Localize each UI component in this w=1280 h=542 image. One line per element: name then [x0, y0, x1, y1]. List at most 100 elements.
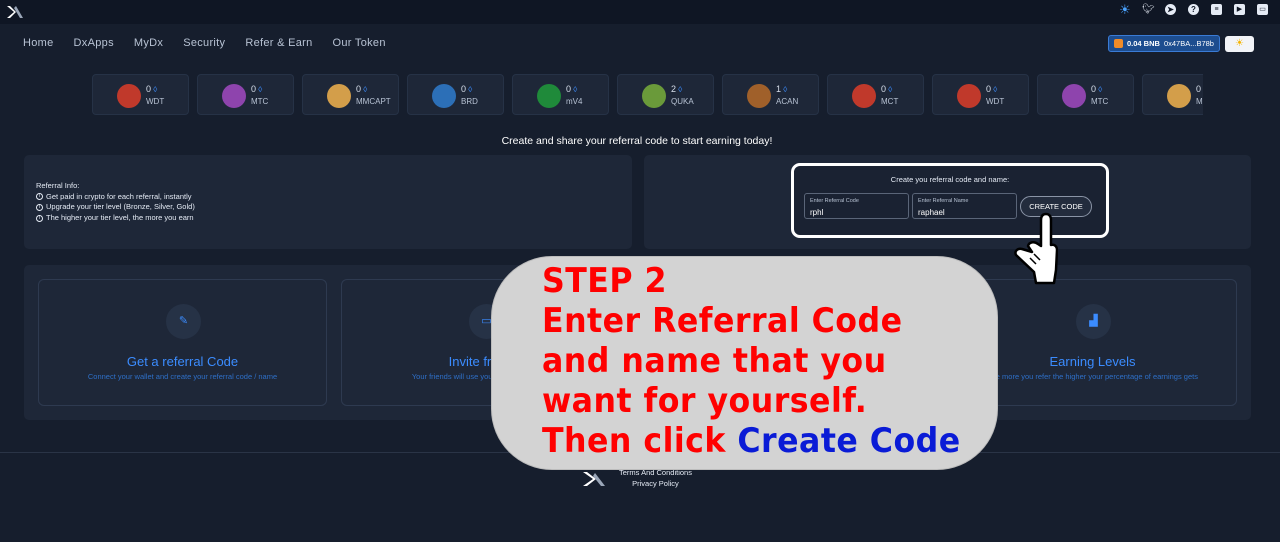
token-ticker[interactable]: 0 ◊ WDT [92, 74, 189, 115]
overlay-step-title: STEP 2 [542, 261, 667, 301]
token-ticker[interactable]: 1 ◊ ACAN [722, 74, 819, 115]
nav-mydx[interactable]: MyDx [134, 37, 163, 49]
token-logo-icon [957, 84, 981, 108]
token-count: 2 ◊ [671, 84, 682, 94]
referral-info-title: Referral Info: [36, 181, 80, 190]
drop-icon: ◊ [151, 85, 158, 94]
token-count: 0 ◊ [566, 84, 577, 94]
help-icon[interactable]: ? [1188, 4, 1199, 15]
token-symbol: WDT [146, 97, 165, 106]
hand-pointer-icon [1014, 212, 1058, 285]
token-logo-icon [1062, 84, 1086, 108]
token-count: 0 ◊ [461, 84, 472, 94]
token-logo-icon [117, 84, 141, 108]
token-ticker[interactable]: 0 ◊ MM [1142, 74, 1203, 115]
top-bar: ☀ 🐦︎ ➤ ? ≡ ▶ ▭ [0, 0, 1280, 24]
nav-our-token[interactable]: Our Token [333, 37, 386, 49]
document-icon[interactable]: ≡ [1211, 4, 1222, 15]
youtube-icon[interactable]: ▶ [1234, 4, 1245, 15]
token-count: 1 ◊ [776, 84, 787, 94]
token-count: 0 ◊ [146, 84, 157, 94]
token-logo-icon [747, 84, 771, 108]
dx-logo-icon[interactable] [6, 4, 24, 20]
wallet-button[interactable]: 0.04 BNB 0x47BA...B78b [1108, 35, 1220, 52]
referral-info-point-text: The higher your tier level, the more you… [46, 212, 194, 222]
token-symbol: QUKA [671, 97, 694, 106]
token-symbol: mV4 [566, 97, 583, 106]
wallet-address: 0x47BA...B78b [1163, 39, 1214, 48]
drop-icon: ◊ [361, 85, 368, 94]
token-count: 0 ◊ [356, 84, 367, 94]
main-nav: Home DxApps MyDx Security Refer & Earn O… [23, 37, 386, 49]
info-icon: i [36, 203, 43, 211]
overlay-text-line: Then click Create Code [542, 421, 961, 461]
nav-security[interactable]: Security [183, 37, 225, 49]
drop-icon: ◊ [991, 85, 998, 94]
card-subtitle: Connect your wallet and create your refe… [87, 372, 278, 381]
nav-home[interactable]: Home [23, 37, 54, 49]
token-logo-icon [1167, 84, 1191, 108]
user-edit-icon: ✎ [166, 304, 201, 339]
wallet-balance: 0.04 BNB [1127, 39, 1160, 48]
token-symbol: MCT [881, 97, 899, 106]
info-icon: i [36, 214, 43, 222]
token-symbol: BRD [461, 97, 478, 106]
drop-icon: ◊ [676, 85, 683, 94]
sun-icon[interactable]: ☀ [1119, 3, 1131, 16]
token-symbol: MMCAPT [356, 97, 391, 106]
token-ticker[interactable]: 0 ◊ MMCAPT [302, 74, 399, 115]
nav-dxapps[interactable]: DxApps [74, 37, 114, 49]
referral-info-point: i Upgrade your tier level (Bronze, Silver… [36, 202, 195, 213]
referral-info-point-text: Upgrade your tier level (Bronze, Silver,… [46, 202, 195, 212]
token-logo-icon [432, 84, 456, 108]
token-count: 0 ◊ [881, 84, 892, 94]
token-ticker[interactable]: 2 ◊ QUKA [617, 74, 714, 115]
referral-info-point: i Get paid in crypto for each referral, i… [36, 192, 195, 203]
telegram-icon[interactable]: ➤ [1165, 4, 1176, 15]
token-logo-icon [642, 84, 666, 108]
referral-name-label: Enter Referral Name [918, 198, 969, 204]
overlay-text-line: Enter Referral Code [542, 301, 903, 341]
overlay-text-line: and name that you [542, 341, 887, 381]
overlay-text-line: want for yourself. [542, 381, 868, 421]
create-code-form: Create you referral code and name: Enter… [791, 163, 1109, 238]
nav-refer-earn[interactable]: Refer & Earn [245, 37, 312, 49]
dx-logo-icon [583, 472, 605, 486]
card-get-referral-code: ✎ Get a referral Code Connect your walle… [38, 279, 327, 406]
drop-icon: ◊ [256, 85, 263, 94]
token-ticker[interactable]: 0 ◊ MTC [197, 74, 294, 115]
monitor-icon[interactable]: ▭ [1257, 4, 1268, 15]
drop-icon: ◊ [1096, 85, 1103, 94]
footer-links: Terms And Conditions Privacy Policy [619, 467, 692, 489]
token-symbol: MTC [251, 97, 269, 106]
privacy-link[interactable]: Privacy Policy [619, 478, 692, 489]
twitter-icon[interactable]: 🐦︎ [1142, 4, 1155, 15]
referral-code-field[interactable]: Enter Referral Code rphl [804, 193, 909, 219]
overlay-highlight: Create Code [737, 421, 961, 461]
drop-icon: ◊ [1201, 85, 1203, 94]
token-ticker[interactable]: 0 ◊ MCT [827, 74, 924, 115]
token-symbol: WDT [986, 97, 1005, 106]
token-ticker[interactable]: 0 ◊ mV4 [512, 74, 609, 115]
token-ticker[interactable]: 0 ◊ WDT [932, 74, 1029, 115]
theme-toggle-button[interactable]: ☀ [1225, 36, 1254, 52]
referral-code-input[interactable]: rphl [810, 208, 823, 217]
card-title: Get a referral Code [126, 354, 239, 369]
token-symbol: MTC [1091, 97, 1109, 106]
token-ticker[interactable]: 0 ◊ BRD [407, 74, 504, 115]
token-logo-icon [852, 84, 876, 108]
referral-tagline: Create and share your referral code to s… [501, 135, 773, 147]
tutorial-overlay: STEP 2 Enter Referral Code and name that… [492, 257, 997, 469]
token-ticker[interactable]: 0 ◊ MTC [1037, 74, 1134, 115]
token-logo-icon [222, 84, 246, 108]
token-symbol: ACAN [776, 97, 799, 106]
referral-info-point: i The higher your tier level, the more yo… [36, 213, 195, 224]
referral-code-label: Enter Referral Code [810, 198, 859, 204]
token-logo-icon [327, 84, 351, 108]
referral-name-field[interactable]: Enter Referral Name raphael [912, 193, 1017, 219]
token-symbol: MM [1196, 97, 1203, 106]
drop-icon: ◊ [886, 85, 893, 94]
token-count: 0 ◊ [986, 84, 997, 94]
referral-name-input[interactable]: raphael [918, 208, 945, 217]
token-count: 0 ◊ [1196, 84, 1203, 94]
